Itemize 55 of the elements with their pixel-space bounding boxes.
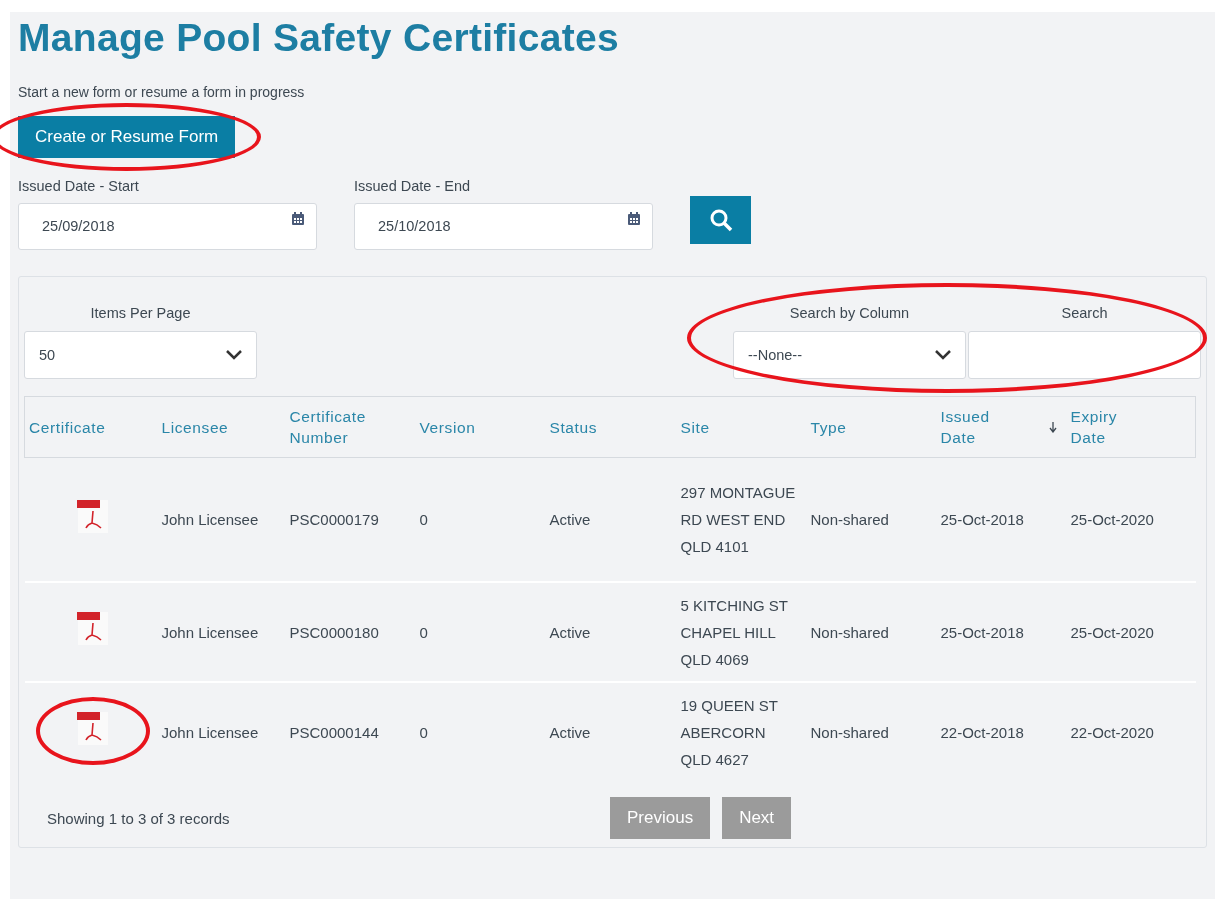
- table-cell: John Licensee: [161, 723, 259, 741]
- date-field[interactable]: 25/10/2018: [354, 203, 653, 250]
- table-cell: 0: [419, 623, 428, 641]
- pdf-file-icon[interactable]: [76, 498, 110, 533]
- table-cell: Active: [549, 511, 591, 528]
- column-header[interactable]: Certificate Number: [289, 406, 370, 448]
- table-cell: PSC0000179: [289, 511, 379, 528]
- column-header[interactable]: Version: [419, 416, 476, 438]
- table-cell: 25-Oct-2020: [1070, 511, 1154, 528]
- page-title: Manage Pool Safety Certificates: [18, 16, 620, 60]
- pdf-file-icon[interactable]: [76, 711, 110, 745]
- table-cell: Non-shared: [810, 511, 889, 528]
- table-cell: 22-Oct-2020: [1070, 723, 1154, 741]
- column-header[interactable]: Licensee: [161, 416, 229, 438]
- items-per-page-select[interactable]: 50: [24, 331, 257, 379]
- table-cell: PSC0000180: [289, 623, 379, 641]
- table-cell: PSC0000144: [289, 723, 379, 741]
- field-label: Search: [1061, 305, 1108, 321]
- table-cell: 25-Oct-2018: [940, 623, 1024, 641]
- table-cell: 0: [419, 511, 428, 528]
- column-header[interactable]: Type: [810, 416, 847, 438]
- table-cell: Active: [549, 723, 591, 741]
- column-header[interactable]: Status: [549, 416, 598, 438]
- table-cell: 25-Oct-2020: [1070, 623, 1154, 641]
- table-cell: John Licensee: [161, 511, 259, 528]
- field-label: Issued Date - Start: [18, 178, 140, 194]
- table-cell-text: 297 MONTAGUE RD WEST END QLD 4101: [680, 483, 797, 557]
- search-field[interactable]: [968, 331, 1201, 379]
- table-cell-text: 5 KITCHING ST CHAPEL HILL QLD 4069: [680, 595, 789, 670]
- table-cell: Active: [549, 623, 591, 641]
- search-button[interactable]: [690, 196, 751, 244]
- table-cell: 0: [419, 723, 428, 741]
- chevron-down-icon: [935, 350, 951, 360]
- table-cell: John Licensee: [161, 623, 259, 641]
- table-cell-text: 19 QUEEN ST ABERCORN QLD 4627: [680, 695, 779, 770]
- column-header[interactable]: Issued Date: [940, 406, 1021, 448]
- field-label: Issued Date - End: [354, 178, 472, 194]
- calendar-icon[interactable]: [292, 212, 304, 225]
- table-cell: Non-shared: [810, 723, 889, 741]
- calendar-icon[interactable]: [628, 212, 640, 225]
- records-summary: Showing 1 to 3 of 3 records: [47, 809, 231, 827]
- pdf-file-icon[interactable]: [76, 611, 110, 645]
- column-header[interactable]: Site: [680, 416, 710, 438]
- chevron-down-icon: [226, 350, 242, 360]
- table-cell: 22-Oct-2018: [940, 723, 1024, 741]
- table-cell: 25-Oct-2018: [940, 511, 1024, 528]
- field-label: Search by Column: [789, 305, 910, 321]
- table-cell: Non-shared: [810, 623, 889, 641]
- date-field[interactable]: 25/09/2018: [18, 203, 317, 250]
- search-icon: [708, 208, 733, 232]
- intro-text: Start a new form or resume a form in progress: [18, 84, 306, 100]
- sort-arrow-icon[interactable]: [1048, 421, 1057, 433]
- create-form-button[interactable]: Create or Resume Form: [18, 116, 236, 158]
- field-label: Items Per Page: [90, 305, 191, 321]
- column-select[interactable]: --None--: [733, 331, 966, 379]
